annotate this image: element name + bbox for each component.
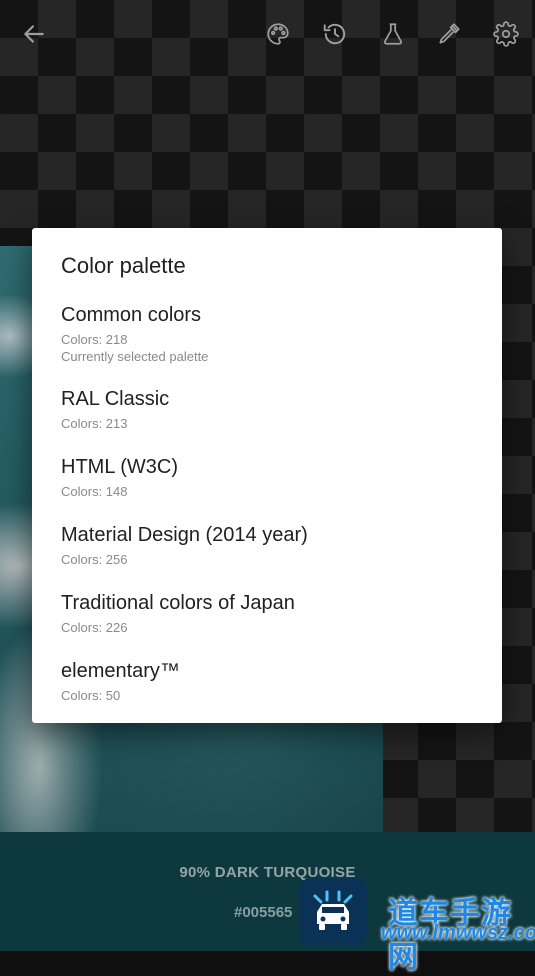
palette-button[interactable] (258, 14, 298, 54)
palette-item-material-design[interactable]: Material Design (2014 year) Colors: 256 (32, 524, 502, 572)
dialog-title: Color palette (61, 253, 186, 278)
palette-count: Colors: 226 (61, 620, 128, 635)
history-button[interactable] (315, 14, 355, 54)
back-arrow-icon (24, 25, 44, 43)
color-hex-label[interactable]: #005565 (234, 904, 292, 921)
lab-button[interactable] (373, 14, 413, 54)
back-button[interactable] (14, 14, 54, 54)
palette-name: RAL Classic (61, 388, 170, 410)
watermark-logo (299, 878, 367, 946)
color-name-label[interactable]: 90% DARK TURQUOISE (0, 864, 535, 881)
settings-button[interactable] (486, 14, 526, 54)
palette-item-common-colors[interactable]: Common colors Colors: 218 Currently sele… (32, 304, 502, 368)
palette-count: Colors: 218 (61, 332, 128, 347)
car-logo-icon (313, 890, 353, 930)
palette-item-elementary[interactable]: elementary™ Colors: 50 (32, 660, 502, 708)
palette-item-ral-classic[interactable]: RAL Classic Colors: 213 (32, 388, 502, 436)
palette-count: Colors: 213 (61, 416, 128, 431)
palette-name: HTML (W3C) (61, 456, 179, 478)
palette-name: elementary™ (61, 660, 180, 682)
eyedropper-icon (439, 23, 460, 44)
color-palette-dialog: Color palette Common colors Colors: 218 … (32, 228, 502, 723)
palette-icon (267, 23, 289, 45)
watermark-url: www.lmwwsz.com (381, 922, 535, 944)
history-icon (323, 23, 346, 45)
top-toolbar (0, 0, 535, 68)
selected-palette-note: Currently selected palette (61, 349, 209, 364)
palette-item-html-w3c[interactable]: HTML (W3C) Colors: 148 (32, 456, 502, 504)
palette-count: Colors: 256 (61, 552, 128, 567)
settings-gear-icon (493, 21, 519, 47)
palette-name: Common colors (61, 304, 202, 326)
palette-name: Traditional colors of Japan (61, 592, 295, 614)
palette-count: Colors: 50 (61, 688, 121, 703)
eyedropper-button[interactable] (429, 14, 469, 54)
palette-name: Material Design (2014 year) (61, 524, 308, 546)
palette-item-japan[interactable]: Traditional colors of Japan Colors: 226 (32, 592, 502, 640)
flask-icon (383, 23, 403, 45)
palette-count: Colors: 148 (61, 484, 128, 499)
